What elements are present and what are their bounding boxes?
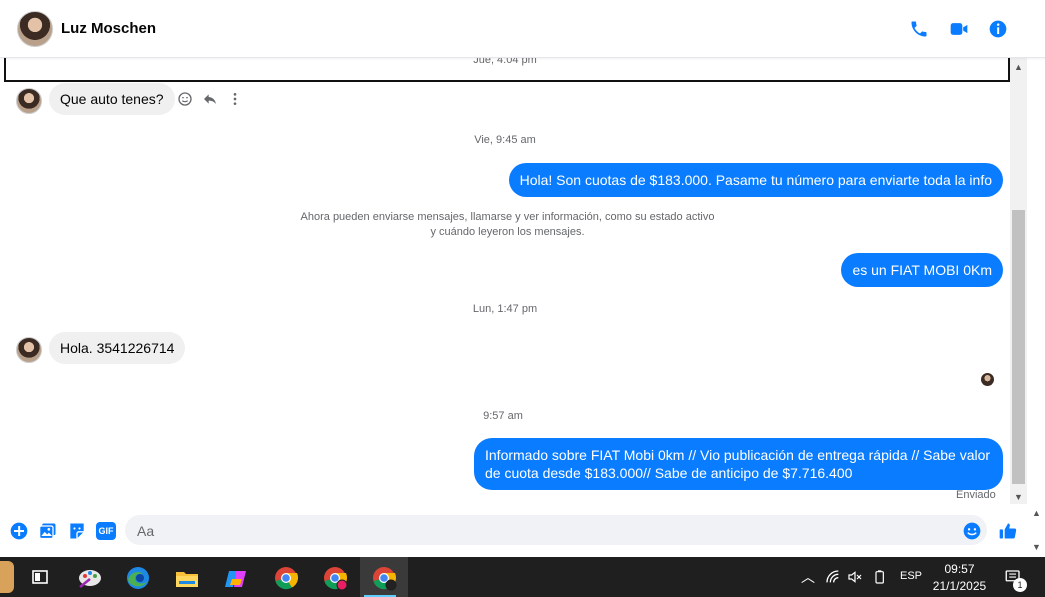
outer-scroll-up-icon[interactable]: ▲ xyxy=(1032,508,1041,518)
emoji-icon[interactable] xyxy=(962,521,982,541)
copilot-icon[interactable] xyxy=(216,561,256,597)
contact-name[interactable]: Luz Moschen xyxy=(61,20,156,37)
contact-avatar[interactable] xyxy=(17,11,53,47)
chevron-up-icon[interactable]: ︿ xyxy=(801,567,815,587)
chrome-profile-icon[interactable] xyxy=(315,561,355,597)
conversation-header: Luz Moschen xyxy=(0,0,1045,58)
system-message-line: Ahora pueden enviarse mensajes, llamarse… xyxy=(300,211,715,223)
sticker-icon[interactable] xyxy=(67,521,87,541)
outgoing-message[interactable]: Hola! Son cuotas de $183.000. Pasame tu … xyxy=(508,163,1003,197)
phone-icon[interactable] xyxy=(909,19,929,39)
scroll-up-arrow-icon[interactable]: ▲ xyxy=(1014,62,1023,72)
message-line: de cuota desde $183.000// Sabe de antici… xyxy=(485,465,853,481)
scroll-down-arrow-icon[interactable]: ▼ xyxy=(1014,492,1023,502)
battery-icon[interactable] xyxy=(872,569,888,585)
divider xyxy=(4,58,1010,82)
message-list[interactable]: Jue, 4:04 pm Que auto tenes? Vie, 9:45 a… xyxy=(0,54,1010,510)
plus-icon[interactable] xyxy=(9,521,29,541)
start-partial-icon[interactable] xyxy=(0,561,14,593)
messenger-window: Luz Moschen Jue, 4:04 pm Que auto tenes? xyxy=(0,0,1045,557)
scrollbar-thumb[interactable] xyxy=(1012,210,1025,484)
message-scrollbar[interactable]: ▲ ▼ xyxy=(1010,58,1027,504)
incoming-message[interactable]: Que auto tenes? xyxy=(49,83,175,115)
edge-icon[interactable] xyxy=(118,561,158,597)
info-icon[interactable] xyxy=(988,19,1008,39)
delivery-status: Enviado xyxy=(956,489,996,501)
seen-indicator-avatar xyxy=(981,373,994,386)
timestamp: Vie, 9:45 am xyxy=(474,134,536,146)
clock-date: 21/1/2025 xyxy=(932,579,987,593)
volume-muted-icon[interactable] xyxy=(847,569,863,585)
like-icon[interactable] xyxy=(998,521,1018,541)
network-icon[interactable] xyxy=(825,569,841,585)
incoming-message[interactable]: Hola. 3541226714 xyxy=(49,332,186,364)
outgoing-message[interactable]: Informado sobre FIAT Mobi 0km // Vio pub… xyxy=(474,438,1003,490)
system-message-line: y cuándo leyeron los mensajes. xyxy=(430,226,585,238)
timestamp: 9:57 am xyxy=(483,410,523,422)
file-explorer-icon[interactable] xyxy=(167,561,207,597)
language-indicator[interactable]: ESP xyxy=(900,570,922,582)
more-icon[interactable] xyxy=(227,91,243,107)
windows-taskbar: ︿ ESP 09:57 21/1/2025 1 xyxy=(0,557,1045,597)
outgoing-message[interactable]: es un FIAT MOBI 0Km xyxy=(841,253,1003,287)
contact-avatar-small[interactable] xyxy=(16,88,42,114)
outer-scrollbar[interactable]: ▲ ▼ xyxy=(1029,58,1045,557)
system-message: Ahora pueden enviarse mensajes, llamarse… xyxy=(255,210,760,240)
notification-count-badge: 1 xyxy=(1013,578,1027,592)
composer: GIF Aa xyxy=(0,510,1029,557)
message-line: Informado sobre FIAT Mobi 0km // Vio pub… xyxy=(485,447,991,463)
clock-time: 09:57 xyxy=(944,562,975,576)
gif-icon[interactable]: GIF xyxy=(96,522,116,540)
chrome-icon[interactable] xyxy=(266,561,306,597)
system-clock[interactable]: 09:57 21/1/2025 xyxy=(922,561,997,595)
video-camera-icon[interactable] xyxy=(949,19,969,39)
contact-avatar-small[interactable] xyxy=(16,337,42,363)
timestamp: Lun, 1:47 pm xyxy=(472,303,538,315)
photo-icon[interactable] xyxy=(38,521,58,541)
task-view-icon[interactable] xyxy=(20,561,60,597)
message-input[interactable]: Aa xyxy=(125,515,987,545)
reply-icon[interactable] xyxy=(202,91,218,107)
react-icon[interactable] xyxy=(177,91,193,107)
paint-icon[interactable] xyxy=(70,561,110,597)
outer-scroll-down-icon[interactable]: ▼ xyxy=(1032,542,1041,552)
chrome-profile-2-icon[interactable] xyxy=(360,557,408,597)
